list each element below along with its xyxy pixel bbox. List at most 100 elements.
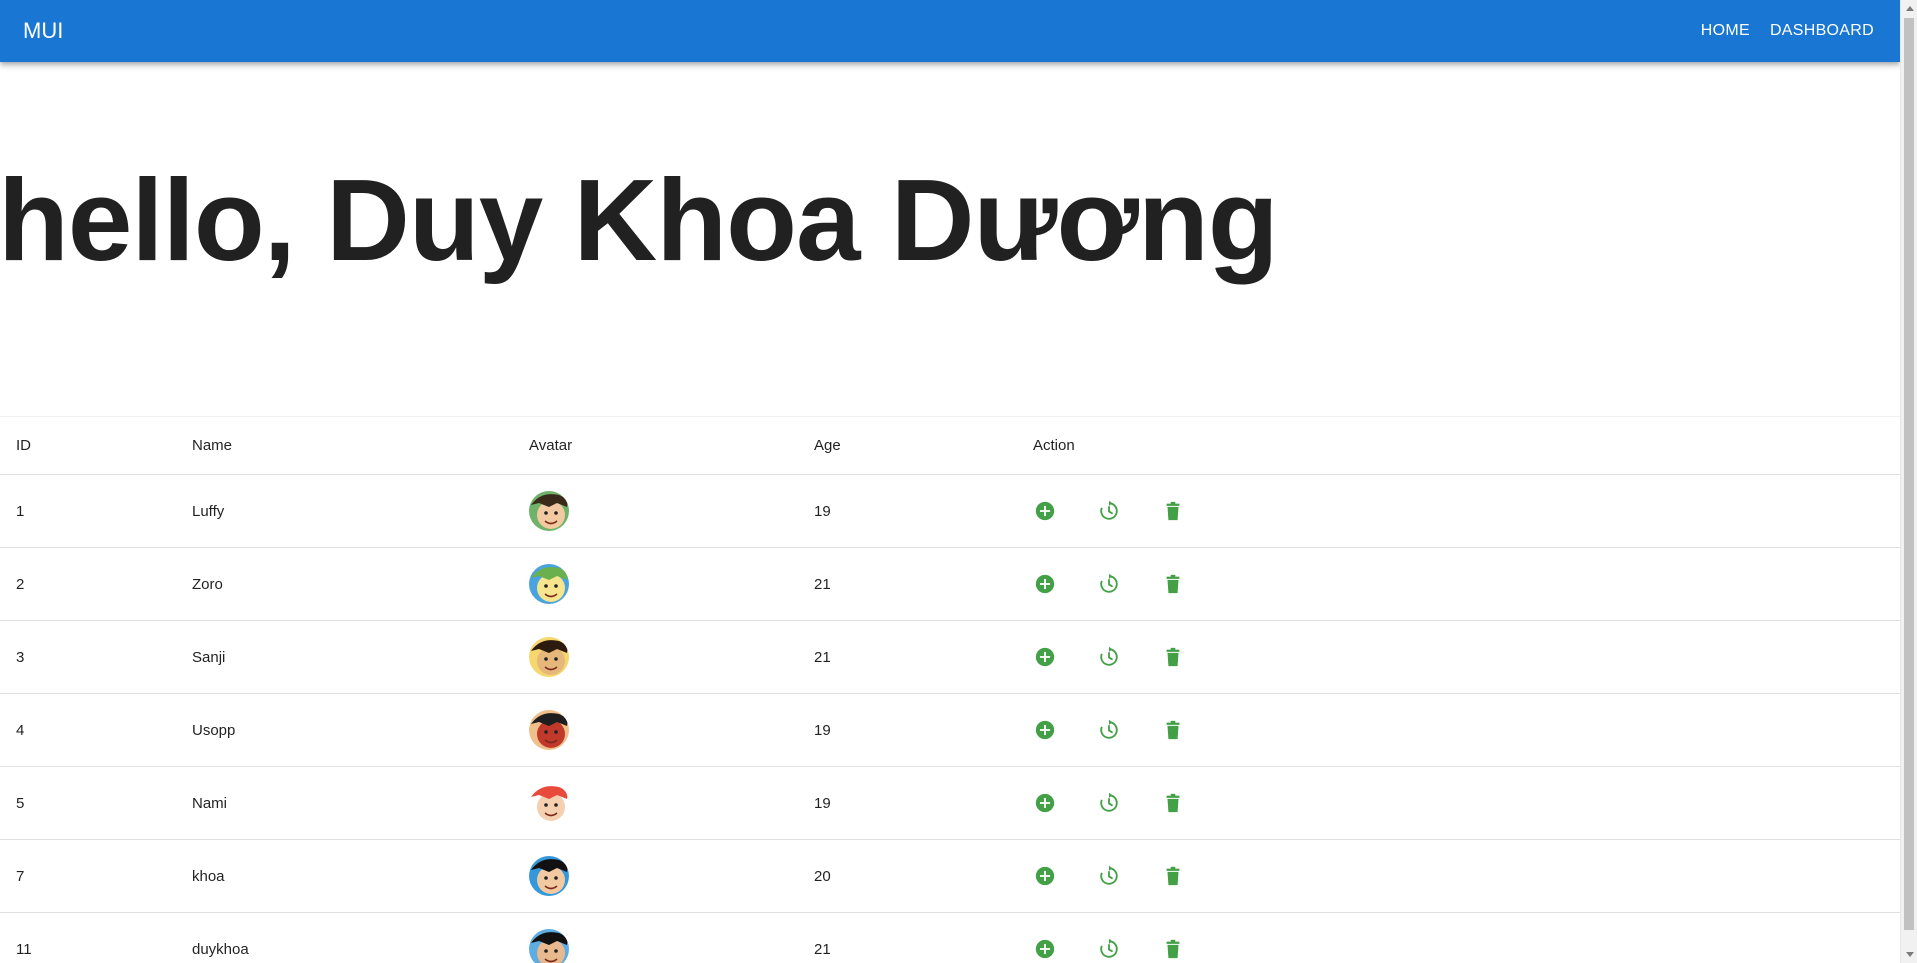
delete-button[interactable] — [1153, 710, 1193, 750]
delete-button[interactable] — [1153, 564, 1193, 604]
table-header-row: ID Name Avatar Age Action — [0, 417, 1900, 475]
trash-icon — [1166, 501, 1180, 521]
cell-avatar — [513, 766, 798, 840]
avatar — [529, 783, 569, 823]
user-table: ID Name Avatar Age Action 1 Luffy 19 2 Z… — [0, 417, 1900, 963]
row-actions — [1033, 491, 1900, 531]
cell-age: 21 — [798, 620, 1017, 694]
update-button[interactable] — [1089, 856, 1129, 896]
cell-age: 19 — [798, 474, 1017, 548]
cell-actions — [1017, 620, 1900, 694]
add-button[interactable] — [1025, 856, 1065, 896]
row-actions — [1033, 564, 1900, 604]
cell-avatar — [513, 547, 798, 621]
brand-logo[interactable]: MUI — [23, 18, 63, 44]
add-button[interactable] — [1025, 491, 1065, 531]
nav-dashboard-button[interactable]: DASHBOARD — [1760, 11, 1884, 51]
restore-icon — [1100, 719, 1118, 739]
update-button[interactable] — [1089, 710, 1129, 750]
add-circle-icon — [1035, 939, 1055, 959]
cell-actions — [1017, 474, 1900, 548]
avatar — [529, 491, 569, 531]
avatar — [529, 564, 569, 604]
cell-id: 3 — [0, 620, 176, 694]
cell-name: duykhoa — [176, 912, 513, 963]
update-button[interactable] — [1089, 637, 1129, 677]
cell-name: Luffy — [176, 474, 513, 548]
row-actions — [1033, 856, 1900, 896]
add-circle-icon — [1035, 720, 1055, 740]
add-circle-icon — [1035, 574, 1055, 594]
delete-button[interactable] — [1153, 856, 1193, 896]
add-circle-icon — [1035, 866, 1055, 886]
column-header-avatar: Avatar — [513, 417, 798, 475]
cell-id: 11 — [0, 912, 176, 963]
update-button[interactable] — [1089, 491, 1129, 531]
add-button[interactable] — [1025, 783, 1065, 823]
cell-id: 5 — [0, 766, 176, 840]
table-row: 5 Nami 19 — [0, 766, 1900, 840]
table-row: 7 khoa 20 — [0, 839, 1900, 913]
row-actions — [1033, 710, 1900, 750]
scrollbar-thumb[interactable] — [1904, 18, 1914, 930]
avatar — [529, 856, 569, 896]
table-row: 11 duykhoa 21 — [0, 912, 1900, 963]
add-button[interactable] — [1025, 929, 1065, 963]
cell-name: Usopp — [176, 693, 513, 767]
top-nav: HOME DASHBOARD — [1691, 11, 1884, 51]
row-actions — [1033, 929, 1900, 963]
delete-button[interactable] — [1153, 929, 1193, 963]
cell-id: 2 — [0, 547, 176, 621]
delete-button[interactable] — [1153, 783, 1193, 823]
cell-name: Zoro — [176, 547, 513, 621]
table-row: 4 Usopp 19 — [0, 693, 1900, 767]
column-header-id: ID — [0, 417, 176, 475]
trash-icon — [1166, 866, 1180, 886]
restore-icon — [1100, 573, 1118, 593]
table-row: 1 Luffy 19 — [0, 474, 1900, 548]
update-button[interactable] — [1089, 783, 1129, 823]
cell-id: 4 — [0, 693, 176, 767]
cell-avatar — [513, 474, 798, 548]
scroll-up-arrow-icon[interactable] — [1901, 0, 1917, 17]
delete-button[interactable] — [1153, 491, 1193, 531]
add-circle-icon — [1035, 647, 1055, 667]
cell-name: Sanji — [176, 620, 513, 694]
trash-icon — [1166, 939, 1180, 959]
page: MUI HOME DASHBOARD hello, Duy Khoa Dương… — [0, 0, 1900, 963]
cell-id: 1 — [0, 474, 176, 548]
page-title: hello, Duy Khoa Dương — [0, 155, 1279, 285]
add-circle-icon — [1035, 793, 1055, 813]
table-row: 3 Sanji 21 — [0, 620, 1900, 694]
column-header-action: Action — [1017, 417, 1900, 475]
cell-actions — [1017, 547, 1900, 621]
cell-avatar — [513, 693, 798, 767]
trash-icon — [1166, 647, 1180, 667]
trash-icon — [1166, 793, 1180, 813]
add-button[interactable] — [1025, 637, 1065, 677]
table-row: 2 Zoro 21 — [0, 547, 1900, 621]
nav-home-button[interactable]: HOME — [1691, 11, 1760, 51]
vertical-scrollbar[interactable] — [1900, 0, 1917, 963]
cell-avatar — [513, 620, 798, 694]
update-button[interactable] — [1089, 929, 1129, 963]
table-header: ID Name Avatar Age Action — [0, 417, 1900, 475]
cell-name: khoa — [176, 839, 513, 913]
restore-icon — [1100, 938, 1118, 958]
update-button[interactable] — [1089, 564, 1129, 604]
cell-actions — [1017, 839, 1900, 913]
user-table-container: ID Name Avatar Age Action 1 Luffy 19 2 Z… — [0, 416, 1900, 963]
add-button[interactable] — [1025, 710, 1065, 750]
delete-button[interactable] — [1153, 637, 1193, 677]
cell-id: 7 — [0, 839, 176, 913]
add-button[interactable] — [1025, 564, 1065, 604]
cell-actions — [1017, 912, 1900, 963]
scroll-down-arrow-icon[interactable] — [1901, 946, 1917, 963]
cell-avatar — [513, 912, 798, 963]
add-circle-icon — [1035, 501, 1055, 521]
cell-avatar — [513, 839, 798, 913]
cell-age: 19 — [798, 766, 1017, 840]
table-body: 1 Luffy 19 2 Zoro 21 3 Sanji 21 4 Usopp … — [0, 474, 1900, 963]
restore-icon — [1100, 646, 1118, 666]
cell-actions — [1017, 766, 1900, 840]
